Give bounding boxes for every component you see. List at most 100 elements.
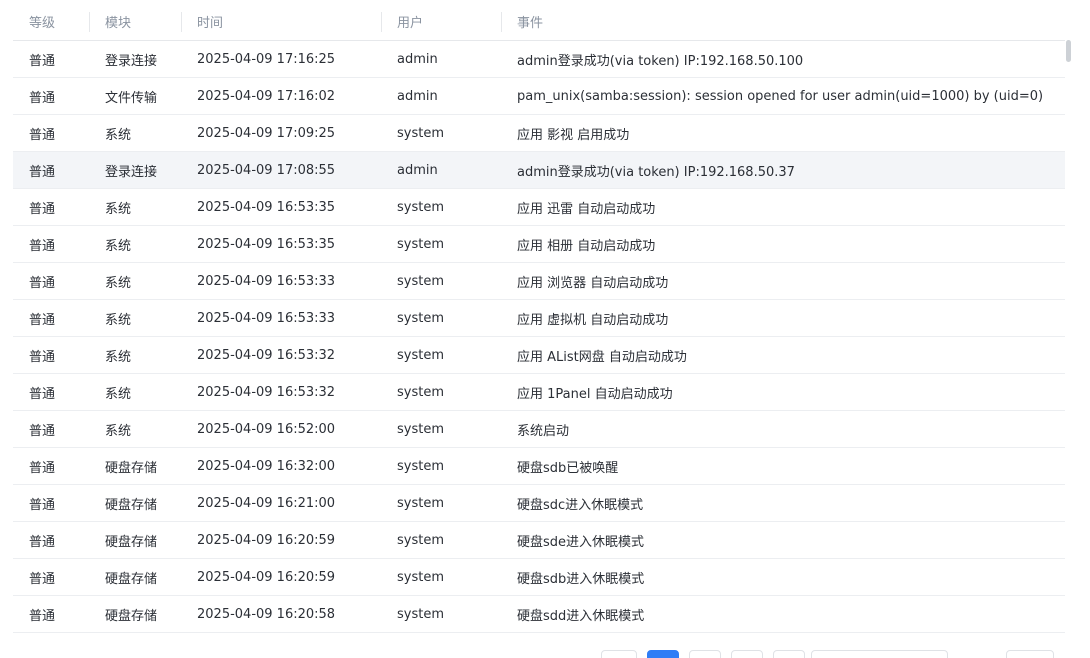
cell-user: system: [381, 336, 501, 374]
cell-event: admin登录成功(via token) IP:192.168.50.37: [501, 151, 1065, 189]
column-header-label: 用户: [397, 16, 424, 31]
pagination: [0, 650, 1090, 658]
cell-level: 普通: [13, 188, 89, 226]
table-row[interactable]: 普通 文件传输 2025-04-09 17:16:02 admin pam_unix(s…: [13, 77, 1065, 115]
scrollbar-thumb[interactable]: [1066, 40, 1071, 62]
cell-time: 2025-04-09 16:53:33: [181, 299, 381, 337]
page-jump-input[interactable]: [1006, 650, 1054, 658]
table-row[interactable]: 普通 系统 2025-04-09 17:09:25 system 应用 影视 启用成功: [13, 114, 1065, 152]
cell-module: 硬盘存储: [89, 558, 181, 596]
cell-module: 系统: [89, 410, 181, 448]
cell-time: 2025-04-09 16:20:58: [181, 595, 381, 633]
cell-level: 普通: [13, 558, 89, 596]
column-divider[interactable]: [381, 12, 382, 32]
cell-event: 应用 1Panel 自动启动成功: [501, 373, 1065, 411]
vertical-scrollbar[interactable]: [1066, 40, 1072, 630]
cell-module: 系统: [89, 299, 181, 337]
table-row[interactable]: 普通 硬盘存储 2025-04-09 16:20:58 system 硬盘sdd进入休眠…: [13, 595, 1065, 633]
cell-user: system: [381, 410, 501, 448]
column-header-label: 事件: [517, 16, 544, 31]
cell-time: 2025-04-09 16:20:59: [181, 558, 381, 596]
cell-module: 硬盘存储: [89, 521, 181, 559]
column-divider[interactable]: [501, 12, 502, 32]
cell-module: 系统: [89, 114, 181, 152]
column-divider[interactable]: [181, 12, 182, 32]
cell-user: system: [381, 558, 501, 596]
cell-level: 普通: [13, 373, 89, 411]
cell-level: 普通: [13, 447, 89, 485]
cell-user: system: [381, 595, 501, 633]
column-header-level[interactable]: 等级: [13, 3, 89, 41]
table-header-row: 等级 模块 时间 用户 事件: [13, 3, 1065, 41]
cell-time: 2025-04-09 16:53:32: [181, 373, 381, 411]
table-row[interactable]: 普通 系统 2025-04-09 16:53:35 system 应用 迅雷 自动启动成…: [13, 188, 1065, 226]
table-row[interactable]: 普通 系统 2025-04-09 16:53:33 system 应用 浏览器 自动启动…: [13, 262, 1065, 300]
table-row[interactable]: 普通 硬盘存储 2025-04-09 16:21:00 system 硬盘sdc进入休眠…: [13, 484, 1065, 522]
cell-module: 登录连接: [89, 151, 181, 189]
cell-level: 普通: [13, 484, 89, 522]
pagination-page-button[interactable]: [689, 650, 721, 658]
cell-event: 硬盘sdc进入休眠模式: [501, 484, 1065, 522]
column-header-time[interactable]: 时间: [181, 3, 381, 41]
cell-event: admin登录成功(via token) IP:192.168.50.100: [501, 40, 1065, 78]
table-row[interactable]: 普通 硬盘存储 2025-04-09 16:32:00 system 硬盘sdb已被唤醒: [13, 447, 1065, 485]
cell-event: 应用 相册 自动启动成功: [501, 225, 1065, 263]
cell-event: 系统启动: [501, 410, 1065, 448]
cell-module: 系统: [89, 262, 181, 300]
column-header-event[interactable]: 事件: [501, 3, 1065, 41]
cell-module: 登录连接: [89, 40, 181, 78]
page-size-select[interactable]: [811, 650, 948, 658]
column-header-user[interactable]: 用户: [381, 3, 501, 41]
cell-module: 系统: [89, 188, 181, 226]
table-row[interactable]: 普通 系统 2025-04-09 16:53:35 system 应用 相册 自动启动成…: [13, 225, 1065, 263]
cell-event: 应用 AList网盘 自动启动成功: [501, 336, 1065, 374]
table-row[interactable]: 普通 登录连接 2025-04-09 17:16:25 admin admin登录成功(…: [13, 40, 1065, 78]
cell-user: admin: [381, 77, 501, 115]
pagination-page-active[interactable]: [647, 650, 679, 658]
system-log-page: 等级 模块 时间 用户 事件 普通 登录连接 2025-04-09 17:16:25…: [0, 0, 1090, 658]
cell-time: 2025-04-09 16:32:00: [181, 447, 381, 485]
cell-time: 2025-04-09 16:53:32: [181, 336, 381, 374]
cell-event: 硬盘sde进入休眠模式: [501, 521, 1065, 559]
cell-user: system: [381, 225, 501, 263]
cell-level: 普通: [13, 521, 89, 559]
pagination-prev-button[interactable]: [601, 650, 637, 658]
cell-time: 2025-04-09 16:21:00: [181, 484, 381, 522]
cell-module: 文件传输: [89, 77, 181, 115]
table-row[interactable]: 普通 系统 2025-04-09 16:53:32 system 应用 AList网盘 …: [13, 336, 1065, 374]
table-row[interactable]: 普通 硬盘存储 2025-04-09 16:20:59 system 硬盘sde进入休眠…: [13, 521, 1065, 559]
cell-module: 硬盘存储: [89, 447, 181, 485]
cell-time: 2025-04-09 16:53:35: [181, 188, 381, 226]
cell-level: 普通: [13, 151, 89, 189]
cell-user: system: [381, 299, 501, 337]
cell-level: 普通: [13, 114, 89, 152]
cell-level: 普通: [13, 336, 89, 374]
column-header-label: 模块: [105, 16, 132, 31]
cell-event: 硬盘sdb已被唤醒: [501, 447, 1065, 485]
pagination-page-button[interactable]: [773, 650, 805, 658]
cell-time: 2025-04-09 17:08:55: [181, 151, 381, 189]
cell-user: admin: [381, 151, 501, 189]
table-row[interactable]: 普通 硬盘存储 2025-04-09 16:20:59 system 硬盘sdb进入休眠…: [13, 558, 1065, 596]
cell-event: 应用 迅雷 自动启动成功: [501, 188, 1065, 226]
log-table: 等级 模块 时间 用户 事件 普通 登录连接 2025-04-09 17:16:25…: [13, 3, 1065, 633]
cell-time: 2025-04-09 16:53:35: [181, 225, 381, 263]
cell-time: 2025-04-09 16:20:59: [181, 521, 381, 559]
column-header-module[interactable]: 模块: [89, 3, 181, 41]
cell-user: system: [381, 188, 501, 226]
cell-level: 普通: [13, 595, 89, 633]
cell-event: pam_unix(samba:session): session opened …: [501, 77, 1065, 115]
cell-module: 系统: [89, 336, 181, 374]
table-row[interactable]: 普通 登录连接 2025-04-09 17:08:55 admin admin登录成功(…: [13, 151, 1065, 189]
cell-level: 普通: [13, 299, 89, 337]
table-row[interactable]: 普通 系统 2025-04-09 16:53:32 system 应用 1Panel 自…: [13, 373, 1065, 411]
cell-module: 硬盘存储: [89, 484, 181, 522]
cell-user: system: [381, 373, 501, 411]
pagination-page-button[interactable]: [731, 650, 763, 658]
cell-user: admin: [381, 40, 501, 78]
table-row[interactable]: 普通 系统 2025-04-09 16:53:33 system 应用 虚拟机 自动启动…: [13, 299, 1065, 337]
cell-level: 普通: [13, 40, 89, 78]
table-row[interactable]: 普通 系统 2025-04-09 16:52:00 system 系统启动: [13, 410, 1065, 448]
cell-module: 系统: [89, 225, 181, 263]
column-divider[interactable]: [89, 12, 90, 32]
